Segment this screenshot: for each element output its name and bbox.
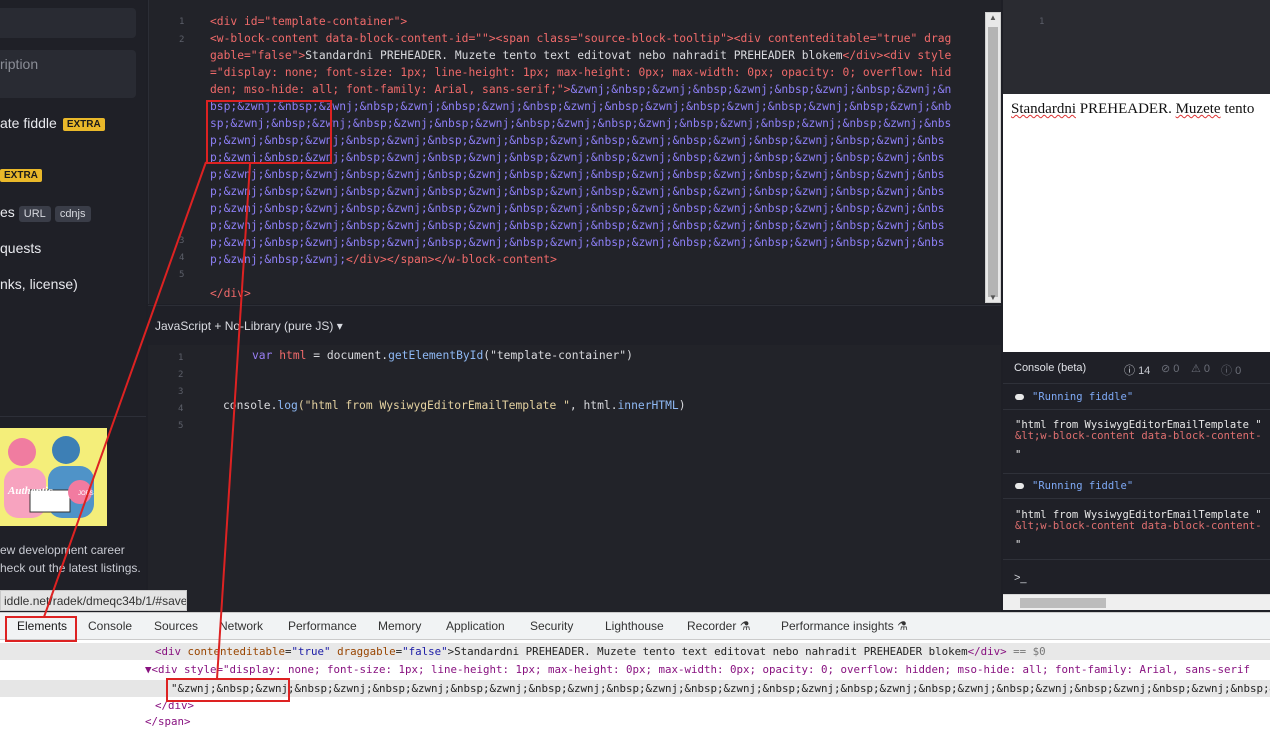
flask-icon: ⚗ bbox=[739, 619, 751, 633]
extra-badge: EXTRA bbox=[62, 117, 105, 131]
js-language-select[interactable]: JavaScript + No-Library (pure JS) ▾ bbox=[155, 319, 343, 333]
console-log-entry: "html from WysiwygEditorEmailTemplate " … bbox=[1003, 420, 1270, 474]
dom-close-tag: </div> bbox=[155, 699, 195, 712]
scrollbar-thumb[interactable] bbox=[988, 27, 998, 297]
tab-performance[interactable]: Performance bbox=[288, 619, 357, 633]
tab-recorder[interactable]: Recorder ⚗ bbox=[687, 619, 750, 633]
html-code: <div id="template-container"> <w-block-co… bbox=[210, 15, 952, 300]
console-title: Console (beta) bbox=[1014, 362, 1087, 374]
devtools-tabbar: Elements Console Sources Network Perform… bbox=[0, 613, 1270, 640]
dom-close-tag: </span> bbox=[145, 715, 191, 728]
console-hscrollbar[interactable] bbox=[1003, 594, 1270, 610]
status-url: iddle.net/radek/dmeqc34b/1/#save bbox=[0, 590, 187, 611]
tab-elements[interactable]: Elements bbox=[17, 619, 67, 633]
console-log-entry: "Running fiddle" bbox=[1003, 392, 1270, 410]
dom-text-node[interactable]: "&zwnj;&nbsp;&zwnj;&nbsp;&zwnj;&nbsp;&zw… bbox=[171, 682, 1270, 695]
js-line-1: var html = document.getElementById("temp… bbox=[252, 349, 633, 362]
sidebar-item-extra[interactable]: EXTRA bbox=[0, 166, 42, 182]
dom-node-line[interactable]: ▼<div style="display: none; font-size: 1… bbox=[145, 663, 1250, 676]
screen: ription ate fiddle EXTRA EXTRA es URL cdnjs… bbox=[0, 0, 1270, 730]
sidebar-item-label: ate fiddle bbox=[0, 115, 57, 131]
sidebar-item-requests[interactable]: quests bbox=[0, 240, 41, 256]
dom-node-line[interactable]: <div contenteditable="true" draggable="f… bbox=[155, 645, 1046, 658]
tab-memory[interactable]: Memory bbox=[378, 619, 421, 633]
css-editor-stub[interactable]: 1 bbox=[1003, 0, 1270, 94]
error-count-icon: ⓘ 0 bbox=[1221, 365, 1242, 377]
left-sidebar: ription ate fiddle EXTRA EXTRA es URL cdnjs… bbox=[0, 0, 146, 612]
tab-console[interactable]: Console bbox=[88, 619, 132, 633]
console-panel: Console (beta) ⓘ 14 ⊘ 0 ⚠ 0 ⓘ 0 "Running… bbox=[1003, 352, 1270, 612]
preheader-text[interactable]: Standardni PREHEADER. Muzete tento bbox=[1011, 101, 1254, 118]
console-input[interactable]: >_ bbox=[1014, 572, 1027, 584]
devtools-panel: Elements Console Sources Network Perform… bbox=[0, 612, 1270, 730]
console-log-entry: "Running fiddle" bbox=[1003, 481, 1270, 499]
html-editor-scrollbar[interactable]: ▲ ▼ bbox=[985, 12, 1001, 303]
flask-icon: ⚗ bbox=[897, 619, 908, 633]
sidebar-divider bbox=[0, 416, 146, 417]
description-placeholder: ription bbox=[0, 56, 39, 72]
result-pane[interactable]: 1 Standardni PREHEADER. Muzete tento bbox=[1003, 0, 1270, 352]
sidebar-item-label: es bbox=[0, 204, 15, 220]
extra-badge: EXTRA bbox=[0, 168, 42, 182]
url-tag[interactable]: URL bbox=[18, 206, 51, 222]
title-field[interactable] bbox=[0, 8, 136, 38]
tab-lighthouse[interactable]: Lighthouse bbox=[605, 619, 664, 633]
sidebar-item-resources[interactable]: es URL cdnjs bbox=[0, 204, 91, 222]
js-editor[interactable]: 1 2 3 4 5 var html = document.getElement… bbox=[148, 345, 1001, 612]
html-editor[interactable]: 1 2 3 4 5 <div id="template-container"> <… bbox=[148, 0, 1001, 304]
scroll-up-icon[interactable]: ▲ bbox=[989, 13, 997, 22]
tab-application[interactable]: Application bbox=[446, 619, 505, 633]
info-count-icon: ⓘ 14 bbox=[1124, 365, 1151, 377]
line-gutter: 1 2 3 4 5 bbox=[179, 17, 185, 280]
description-field[interactable]: ription bbox=[0, 50, 136, 98]
ad-logo-text: Authentic bbox=[7, 485, 53, 497]
tab-network[interactable]: Network bbox=[219, 619, 263, 633]
tab-sources[interactable]: Sources bbox=[154, 619, 198, 633]
console-header[interactable]: Console (beta) ⓘ 14 ⊘ 0 ⚠ 0 ⓘ 0 bbox=[1003, 352, 1270, 384]
scrollbar-thumb[interactable] bbox=[1020, 598, 1106, 608]
ad-jobs-text: JOBS bbox=[78, 491, 94, 497]
sidebar-item-private-fiddle[interactable]: ate fiddle EXTRA bbox=[0, 115, 105, 131]
warn-count-icon: ⚠ 0 bbox=[1191, 363, 1211, 375]
js-panel-header[interactable]: JavaScript + No-Library (pure JS) ▾ bbox=[148, 305, 1001, 345]
ad-text[interactable]: ew development career heck out the latest… bbox=[0, 541, 141, 577]
js-line-4: console.log("html from WysiwygEditorEmai… bbox=[223, 399, 686, 412]
cdnjs-tag[interactable]: cdnjs bbox=[54, 206, 91, 222]
console-log-entry: "html from WysiwygEditorEmailTemplate " … bbox=[1003, 510, 1270, 560]
log-count-icon: ⊘ 0 bbox=[1161, 363, 1180, 375]
tab-security[interactable]: Security bbox=[530, 619, 573, 633]
scroll-down-icon[interactable]: ▼ bbox=[989, 293, 997, 302]
sidebar-item-license[interactable]: nks, license) bbox=[0, 276, 78, 292]
ad-illustration[interactable]: JOBS Authentic bbox=[0, 428, 107, 526]
tab-performance-insights[interactable]: Performance insights ⚗ bbox=[781, 619, 908, 633]
